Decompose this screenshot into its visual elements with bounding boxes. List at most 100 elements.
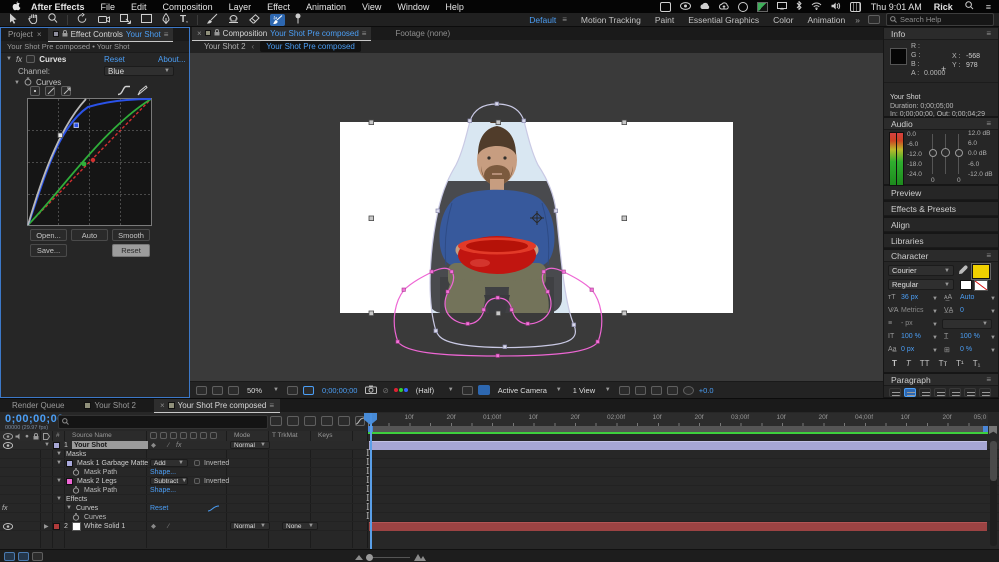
tab-project[interactable]: Project [8, 30, 33, 39]
bluetooth-icon[interactable] [796, 0, 802, 12]
composition-mini-flowchart-icon[interactable] [270, 416, 282, 426]
tab-render-queue[interactable]: Render Queue [12, 401, 64, 410]
curves-mini-icon[interactable] [208, 504, 220, 512]
clone-stamp-tool-icon[interactable] [228, 13, 239, 26]
panel-menu-icon[interactable]: ≡ [164, 30, 169, 39]
stroke-color-swatch[interactable] [960, 280, 972, 290]
stopwatch-icon[interactable] [72, 486, 80, 494]
paragraph-panel-title[interactable]: Paragraph [891, 375, 931, 385]
effect-reset-link[interactable]: Reset [104, 55, 125, 64]
workspace-overflow[interactable]: » [855, 15, 860, 25]
layer-label-chip[interactable] [53, 441, 60, 449]
fx-switch-icon[interactable]: fx [176, 441, 181, 449]
spotlight-icon[interactable] [965, 1, 974, 12]
selected-layer-name[interactable]: Your Shot [72, 441, 148, 449]
zoom-tool-icon[interactable] [48, 13, 58, 26]
airplay-icon[interactable] [776, 1, 787, 12]
expand-inout-controls-icon[interactable] [32, 552, 43, 561]
exposure-value[interactable]: +0.0 [699, 386, 714, 395]
align-left-button[interactable] [889, 388, 901, 397]
property-row-mask2-path[interactable]: Mask Path Shape... I [0, 486, 999, 495]
justify-last-center-button[interactable] [949, 388, 961, 397]
curves-point-mode-icon[interactable] [30, 86, 40, 96]
menu-file[interactable]: File [101, 2, 116, 12]
align-right-button[interactable] [919, 388, 931, 397]
pan-behind-tool-icon[interactable] [120, 13, 131, 26]
curves-draw-pencil-icon[interactable] [137, 85, 148, 98]
no-stroke-swatch[interactable] [974, 280, 988, 291]
mode-column-header[interactable]: Mode [234, 432, 250, 439]
search-help-field[interactable]: Search Help [886, 13, 994, 26]
twirl-down-icon[interactable]: ▼ [44, 441, 50, 449]
workspace-animation[interactable]: Animation [807, 15, 845, 25]
panel-menu-icon[interactable]: ≡ [986, 375, 991, 384]
motion-blur-icon[interactable] [338, 416, 350, 426]
effects-switch-icon[interactable]: ∕ [168, 441, 169, 449]
always-preview-icon[interactable] [196, 385, 207, 395]
tab-close-icon[interactable]: × [37, 30, 42, 39]
creative-cloud-icon[interactable] [700, 2, 710, 12]
solid-layer-name[interactable]: White Solid 1 [84, 522, 125, 530]
menubar-user[interactable]: Rick [934, 2, 953, 12]
twirl-down-icon[interactable]: ▼ [56, 459, 62, 467]
screen-rec-icon[interactable] [659, 1, 671, 12]
region-of-interest-icon[interactable] [461, 385, 473, 395]
curves-reset-link[interactable]: Reset [150, 504, 168, 512]
mask-visibility-icon[interactable] [303, 385, 314, 395]
twirl-down-icon[interactable]: ▼ [56, 477, 62, 485]
small-caps-button[interactable]: Tᴛ [939, 359, 948, 368]
menu-animation[interactable]: Animation [306, 2, 346, 12]
panel-menu-icon[interactable]: ≡ [986, 251, 991, 260]
workspace-paint[interactable]: Paint [655, 15, 674, 25]
audio-panel-title[interactable]: Audio [891, 119, 913, 129]
rotate-tool-icon[interactable] [77, 12, 88, 26]
resolution-dropdown[interactable]: (Half) ▼ [413, 385, 457, 396]
twirl-down-icon[interactable]: ▼ [66, 504, 72, 512]
menu-composition[interactable]: Composition [163, 2, 213, 12]
workspace-color[interactable]: Color [773, 15, 793, 25]
chevron-down-icon[interactable]: ▼ [932, 335, 938, 341]
composition-viewport[interactable] [190, 53, 883, 381]
eye-icon[interactable] [3, 441, 13, 449]
stopwatch-icon[interactable] [72, 513, 80, 521]
effect-enable-icon[interactable] [26, 55, 36, 63]
keyboard-lang-icon[interactable] [849, 1, 861, 12]
twirl-down-icon[interactable]: ▼ [14, 80, 20, 86]
wifi-icon[interactable] [811, 2, 822, 12]
keys-column-header[interactable]: Keys [318, 432, 332, 439]
twirl-down-icon[interactable]: ▼ [56, 450, 62, 458]
font-style-dropdown[interactable]: Regular ▼ [888, 279, 954, 290]
layer-row-white-solid[interactable]: ▶ 2 White Solid 1 ◆ ∕ Normal ▼ None ▼ [0, 521, 999, 531]
zoom-dropdown[interactable]: 50% ▼ [244, 385, 282, 396]
fill-color-swatch[interactable] [972, 264, 990, 279]
trkmat-dropdown[interactable]: None ▼ [282, 522, 318, 530]
tab-close-icon[interactable]: × [197, 29, 202, 38]
quality-icon[interactable]: ◆ [151, 522, 156, 530]
timeline-timecode[interactable]: 0;00;00;00 [5, 413, 64, 425]
apple-menu-icon[interactable] [12, 0, 21, 13]
curves-graph[interactable] [27, 98, 152, 226]
align-center-button[interactable] [904, 388, 916, 397]
vertical-scale-value[interactable]: 100 % [901, 333, 921, 340]
tab-footage[interactable]: Footage (none) [395, 29, 450, 38]
property-row-curves-value[interactable]: Curves I [0, 513, 999, 522]
comp-marker-bin-icon[interactable] [989, 426, 997, 434]
pixel-aspect-icon[interactable] [618, 385, 630, 395]
shape-tool-icon[interactable] [141, 14, 152, 25]
tracking-value[interactable]: 0 [960, 307, 964, 314]
info-panel-title[interactable]: Info [891, 29, 905, 39]
menu-help[interactable]: Help [445, 2, 464, 12]
subscript-button[interactable]: T₁ [973, 359, 981, 368]
faux-italic-button[interactable]: T [906, 359, 911, 368]
layer-label-chip[interactable] [53, 522, 60, 530]
magnification-icon[interactable] [212, 385, 223, 395]
property-row-mask2[interactable]: ▼ Mask 2 Legs Subtract ▼ Inverted I [0, 477, 999, 486]
curves-bezier-icon[interactable] [117, 85, 131, 98]
timeline-jump-icon[interactable] [650, 385, 662, 395]
menu-edit[interactable]: Edit [131, 2, 147, 12]
justify-all-button[interactable] [979, 388, 991, 397]
view-layout-dropdown[interactable]: 1 View ▼ [570, 385, 614, 396]
channel-dropdown[interactable]: Blue ▼ [104, 66, 174, 76]
workspace-menu-icon[interactable]: ≡ [562, 15, 567, 24]
timeline-zoom-handle[interactable] [366, 554, 373, 561]
